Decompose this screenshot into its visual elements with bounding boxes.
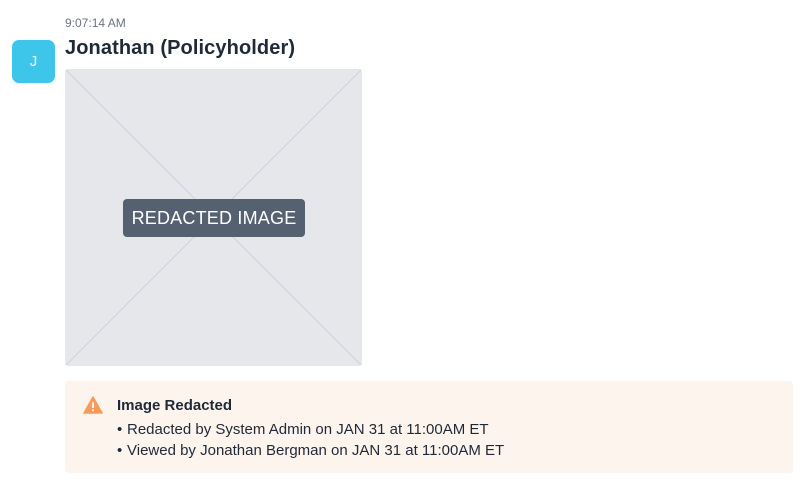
redacted-image-label: REDACTED IMAGE	[123, 199, 305, 237]
notice-item-redacted-by: • Redacted by System Admin on JAN 31 at 1…	[117, 419, 504, 440]
avatar[interactable]: J	[12, 40, 55, 83]
bullet: •	[117, 442, 123, 459]
notice-item-viewed-by: • Viewed by Jonathan Bergman on JAN 31 at…	[117, 440, 504, 461]
avatar-initial: J	[29, 53, 38, 70]
message-timestamp: 9:07:14 AM	[65, 16, 126, 30]
sender-name: Jonathan (Policyholder)	[65, 37, 296, 59]
chat-message: 9:07:14 AM J Jonathan (Policyholder) RED…	[0, 0, 803, 494]
notice-details-list: • Redacted by System Admin on JAN 31 at 1…	[117, 419, 504, 461]
notice-title: Image Redacted	[117, 397, 233, 414]
redaction-notice: Image Redacted • Redacted by System Admin…	[65, 381, 793, 473]
notice-item-text: Viewed by Jonathan Bergman on JAN 31 at …	[127, 442, 505, 459]
redacted-image-placeholder[interactable]: REDACTED IMAGE	[65, 69, 362, 366]
warning-triangle-icon	[83, 396, 103, 414]
bullet: •	[117, 421, 123, 438]
notice-item-text: Redacted by System Admin on JAN 31 at 11…	[127, 421, 489, 438]
